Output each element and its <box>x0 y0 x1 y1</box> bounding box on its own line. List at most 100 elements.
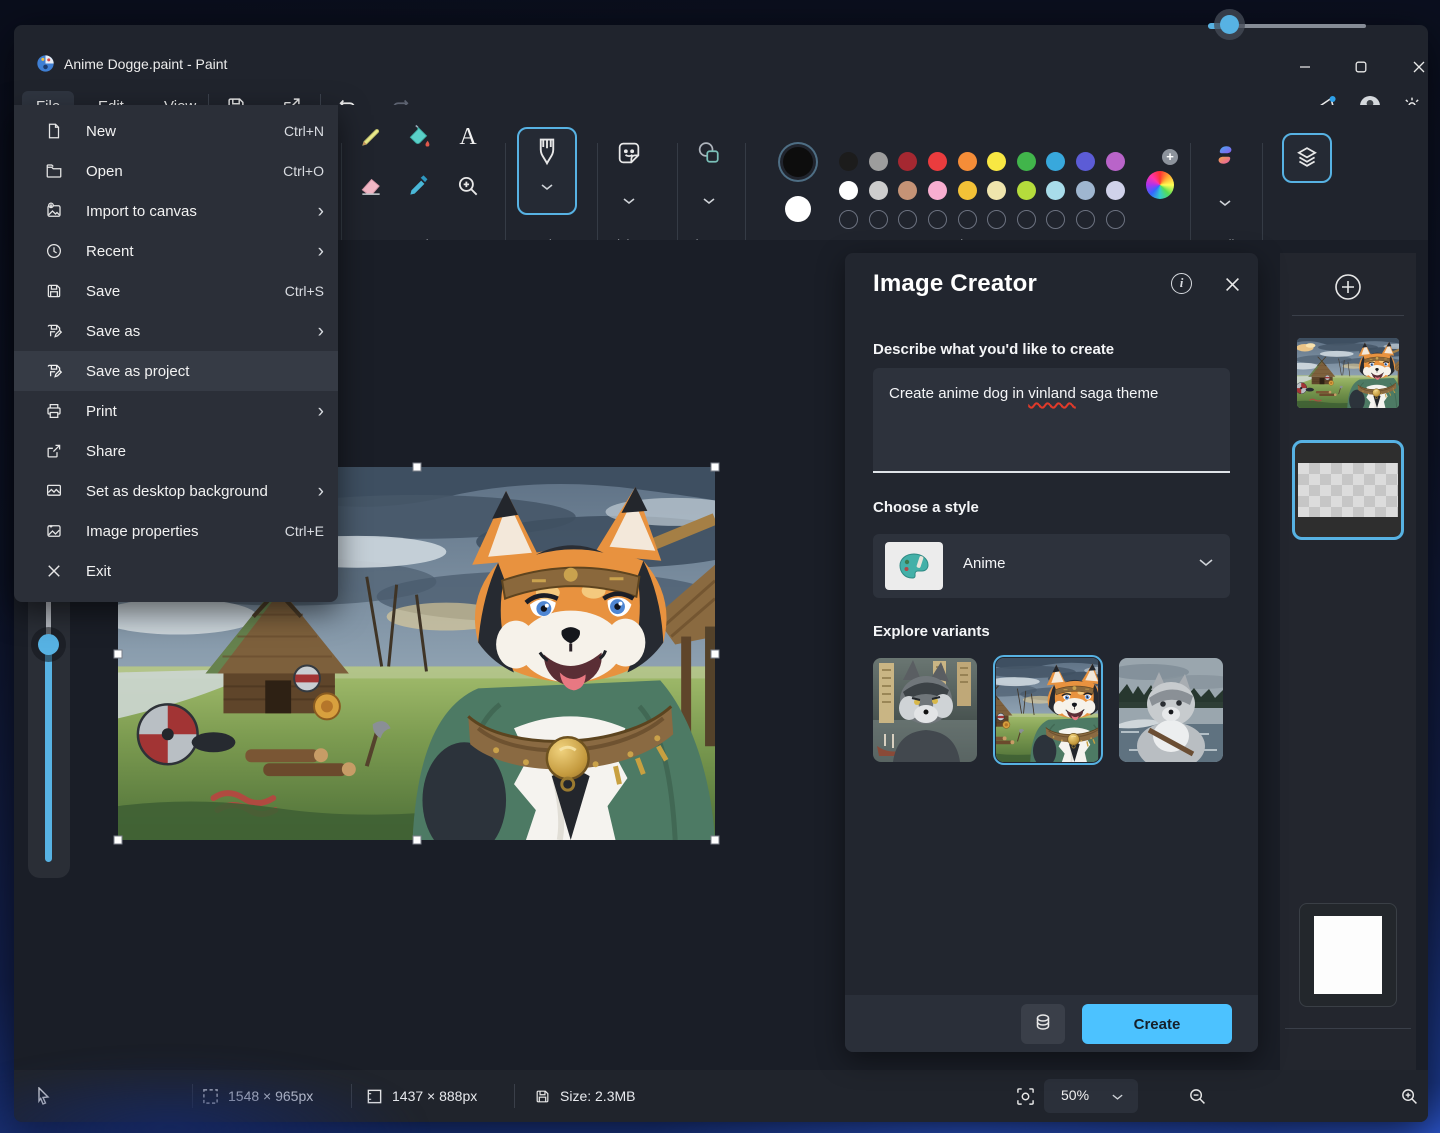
create-button[interactable]: Create <box>1082 1004 1232 1044</box>
chevron-down-icon[interactable] <box>622 197 636 205</box>
colour-swatch[interactable] <box>898 181 917 200</box>
add-colour-icon[interactable]: + <box>1162 149 1178 165</box>
colour-swatch[interactable] <box>928 181 947 200</box>
menu-item-share[interactable]: Share <box>14 431 338 471</box>
slider-thumb[interactable] <box>38 634 59 655</box>
selection-handle[interactable] <box>711 463 720 472</box>
layers-divider <box>1285 1028 1411 1029</box>
stickers-icon[interactable] <box>615 139 643 167</box>
selection-handle[interactable] <box>711 650 720 659</box>
style-dropdown[interactable]: Anime <box>873 534 1230 598</box>
empty-colour-slot[interactable] <box>898 210 917 229</box>
zoom-slider-thumb[interactable] <box>1220 15 1239 34</box>
empty-colour-slot[interactable] <box>869 210 888 229</box>
selection-handle[interactable] <box>114 650 123 659</box>
menu-item-exit[interactable]: Exit <box>14 551 338 591</box>
layer-thumbnail-selected[interactable] <box>1292 440 1404 540</box>
pencil-tool-icon[interactable] <box>357 123 385 151</box>
colour-swatch[interactable] <box>839 152 858 171</box>
menu-item-open[interactable]: Open Ctrl+O <box>14 151 338 191</box>
variant-thumbnail-1[interactable] <box>873 658 977 762</box>
colour-swatch[interactable] <box>958 152 977 171</box>
menu-item-save[interactable]: Save Ctrl+S <box>14 271 338 311</box>
zoom-dropdown[interactable]: 50% <box>1044 1079 1138 1113</box>
colour-swatch[interactable] <box>869 181 888 200</box>
empty-colour-slot[interactable] <box>1046 210 1065 229</box>
secondary-colour-swatch[interactable] <box>785 196 811 222</box>
chevron-down-icon[interactable] <box>1218 199 1232 207</box>
empty-colour-slot[interactable] <box>958 210 977 229</box>
selection-handle[interactable] <box>413 836 422 845</box>
brushes-button[interactable] <box>517 127 577 215</box>
colour-swatch[interactable] <box>1106 181 1125 200</box>
fill-tool-icon[interactable] <box>405 123 433 151</box>
selection-handle[interactable] <box>114 836 123 845</box>
desktop: Anime Dogge.paint - Paint File Edit View <box>0 0 1440 1133</box>
colour-swatch[interactable] <box>987 152 1006 171</box>
zoom-in-icon[interactable] <box>1400 1070 1419 1122</box>
prompt-misspelled-word: vinland <box>1028 385 1076 402</box>
empty-colour-slot[interactable] <box>1076 210 1095 229</box>
selection-handle[interactable] <box>711 836 720 845</box>
prompt-input[interactable]: Create anime dog in vinland saga theme <box>873 368 1230 473</box>
colour-swatch[interactable] <box>1046 152 1065 171</box>
layer-thumbnail-image[interactable] <box>1297 338 1399 408</box>
fit-to-screen-icon[interactable] <box>1016 1070 1035 1122</box>
colour-swatch[interactable] <box>1076 152 1095 171</box>
copilot-icon[interactable] <box>1211 141 1239 169</box>
variant-thumbnail-3[interactable] <box>1119 658 1223 762</box>
add-layer-button[interactable] <box>1334 273 1362 301</box>
colour-swatch[interactable] <box>987 181 1006 200</box>
primary-colour-swatch[interactable] <box>783 147 813 177</box>
panel-close-icon[interactable] <box>1221 273 1243 295</box>
minimize-button[interactable] <box>1282 50 1328 84</box>
menu-item-set-as-desktop-background[interactable]: Set as desktop background › <box>14 471 338 511</box>
colour-wheel-icon[interactable] <box>1146 171 1174 199</box>
toolbar-divider <box>1190 143 1191 245</box>
colour-swatch[interactable] <box>928 152 947 171</box>
colour-swatch[interactable] <box>1017 152 1036 171</box>
colour-grid <box>834 147 1130 234</box>
colour-swatch[interactable] <box>1017 181 1036 200</box>
save-as-icon <box>44 321 64 341</box>
menu-item-save-as-project[interactable]: Save as project <box>14 351 338 391</box>
variant-thumbnail-2-selected[interactable] <box>996 658 1100 762</box>
menu-item-save-as[interactable]: Save as › <box>14 311 338 351</box>
colour-swatch[interactable] <box>869 152 888 171</box>
empty-colour-slot[interactable] <box>839 210 858 229</box>
close-button[interactable] <box>1396 50 1428 84</box>
colour-swatch[interactable] <box>1106 152 1125 171</box>
status-bar <box>14 1070 1428 1122</box>
empty-colour-slot[interactable] <box>928 210 947 229</box>
image-creator-panel: Image Creator i Describe what you'd like… <box>845 253 1258 1052</box>
maximize-button[interactable] <box>1338 50 1384 84</box>
menu-item-image-properties[interactable]: Image properties Ctrl+E <box>14 511 338 551</box>
empty-colour-slot[interactable] <box>1106 210 1125 229</box>
empty-colour-slot[interactable] <box>1017 210 1036 229</box>
colour-swatch[interactable] <box>1076 181 1095 200</box>
chevron-down-icon[interactable] <box>702 197 716 205</box>
menu-item-new[interactable]: New Ctrl+N <box>14 111 338 151</box>
layers-button[interactable] <box>1282 133 1332 183</box>
colour-swatch[interactable] <box>1046 181 1065 200</box>
magnifier-tool-icon[interactable] <box>454 172 482 200</box>
eraser-tool-icon[interactable] <box>357 172 385 200</box>
credits-icon[interactable] <box>1021 1004 1065 1044</box>
menu-item-print[interactable]: Print › <box>14 391 338 431</box>
background-layer-thumbnail[interactable] <box>1299 903 1397 1007</box>
empty-colour-slot[interactable] <box>987 210 1006 229</box>
selection-handle[interactable] <box>413 463 422 472</box>
info-icon[interactable]: i <box>1171 273 1192 294</box>
colour-swatch[interactable] <box>839 181 858 200</box>
colour-swatch[interactable] <box>958 181 977 200</box>
canvas-size-icon <box>366 1088 383 1105</box>
menu-item-recent[interactable]: Recent › <box>14 231 338 271</box>
toolbar-divider <box>677 143 678 245</box>
toolbar-divider <box>597 143 598 245</box>
menu-item-import-to-canvas[interactable]: Import to canvas › <box>14 191 338 231</box>
eyedropper-tool-icon[interactable] <box>405 172 433 200</box>
zoom-out-icon[interactable] <box>1188 1070 1207 1122</box>
shapes-icon[interactable] <box>695 139 723 167</box>
colour-swatch[interactable] <box>898 152 917 171</box>
text-tool-icon[interactable]: A <box>454 123 482 151</box>
